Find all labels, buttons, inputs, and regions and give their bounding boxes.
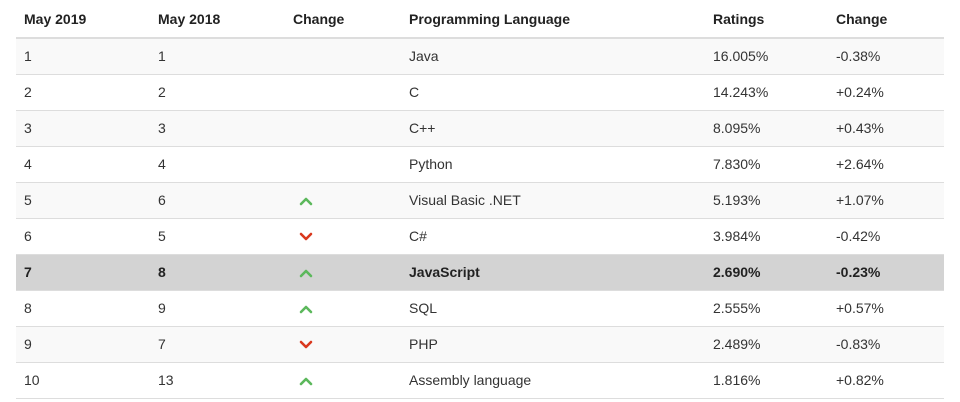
rank-2019-cell: 3 [16, 109, 150, 146]
rating-cell: 7.830% [705, 145, 828, 182]
rank-2019-cell: 4 [16, 145, 150, 182]
language-cell: Visual Basic .NET [401, 181, 705, 218]
rank-2018-cell: 7 [150, 325, 285, 362]
language-cell: Java [401, 37, 705, 74]
rank-2019-cell: 8 [16, 289, 150, 326]
language-cell: PHP [401, 325, 705, 362]
chevron-up-icon [299, 304, 313, 314]
chevron-up-icon [299, 268, 313, 278]
trend-cell [285, 289, 401, 326]
rank-2018-cell: 6 [150, 181, 285, 218]
header-rank-change[interactable]: Change [285, 0, 401, 39]
rating-cell: 2.690% [705, 253, 828, 290]
header-language[interactable]: Programming Language [401, 0, 705, 39]
trend-cell [285, 181, 401, 218]
language-ranking-table: May 2019 May 2018 Change Programming Lan… [16, 0, 944, 399]
trend-cell [285, 217, 401, 254]
rank-2019-cell: 7 [16, 253, 150, 290]
ranking-table-container: May 2019 May 2018 Change Programming Lan… [16, 0, 944, 399]
header-rank-2019[interactable]: May 2019 [16, 0, 150, 39]
rank-2018-cell: 1 [150, 37, 285, 74]
language-cell: Python [401, 145, 705, 182]
rank-2018-cell: 2 [150, 73, 285, 110]
rank-2019-cell: 6 [16, 217, 150, 254]
trend-cell [285, 253, 401, 290]
trend-cell [285, 145, 401, 182]
rating-change-cell: -0.38% [828, 37, 944, 74]
language-cell: SQL [401, 289, 705, 326]
rating-change-cell: -0.42% [828, 217, 944, 254]
rating-cell: 5.193% [705, 181, 828, 218]
chevron-up-icon [299, 196, 313, 206]
table-body: 1 1 Java 16.005% -0.38% 2 2 C 14.243% +0.24% 3 3 C++… [16, 37, 944, 399]
table-row: 9 7 PHP 2.489% -0.83% [16, 325, 944, 362]
rating-change-cell: +1.07% [828, 181, 944, 218]
language-cell: C [401, 73, 705, 110]
rating-cell: 2.555% [705, 289, 828, 326]
chevron-up-icon [299, 376, 313, 386]
rating-change-cell: -0.83% [828, 325, 944, 362]
trend-cell [285, 109, 401, 146]
chevron-down-icon [299, 232, 313, 242]
rank-2019-cell: 9 [16, 325, 150, 362]
language-cell: Assembly language [401, 361, 705, 399]
rank-2019-cell: 1 [16, 37, 150, 74]
rank-2018-cell: 3 [150, 109, 285, 146]
rating-change-cell: +2.64% [828, 145, 944, 182]
trend-cell [285, 73, 401, 110]
table-header: May 2019 May 2018 Change Programming Lan… [16, 0, 944, 39]
header-rating-change[interactable]: Change [828, 0, 944, 39]
trend-cell [285, 37, 401, 74]
language-cell: C# [401, 217, 705, 254]
table-row: 7 8 JavaScript 2.690% -0.23% [16, 253, 944, 290]
rating-change-cell: -0.23% [828, 253, 944, 290]
rating-change-cell: +0.57% [828, 289, 944, 326]
rank-2019-cell: 5 [16, 181, 150, 218]
rating-cell: 3.984% [705, 217, 828, 254]
table-row: 5 6 Visual Basic .NET 5.193% +1.07% [16, 181, 944, 218]
rank-2018-cell: 13 [150, 361, 285, 399]
table-row: 3 3 C++ 8.095% +0.43% [16, 109, 944, 146]
table-row: 8 9 SQL 2.555% +0.57% [16, 289, 944, 326]
rank-2018-cell: 9 [150, 289, 285, 326]
rating-cell: 2.489% [705, 325, 828, 362]
rank-2018-cell: 8 [150, 253, 285, 290]
table-row: 1 1 Java 16.005% -0.38% [16, 37, 944, 74]
header-ratings[interactable]: Ratings [705, 0, 828, 39]
table-row: 6 5 C# 3.984% -0.42% [16, 217, 944, 254]
table-row: 4 4 Python 7.830% +2.64% [16, 145, 944, 182]
rating-cell: 14.243% [705, 73, 828, 110]
table-row: 2 2 C 14.243% +0.24% [16, 73, 944, 110]
rank-2018-cell: 5 [150, 217, 285, 254]
rating-cell: 16.005% [705, 37, 828, 74]
rating-change-cell: +0.24% [828, 73, 944, 110]
header-row: May 2019 May 2018 Change Programming Lan… [16, 0, 944, 39]
trend-cell [285, 361, 401, 399]
trend-cell [285, 325, 401, 362]
language-cell: C++ [401, 109, 705, 146]
rank-2018-cell: 4 [150, 145, 285, 182]
rating-cell: 1.816% [705, 361, 828, 399]
chevron-down-icon [299, 340, 313, 350]
header-rank-2018[interactable]: May 2018 [150, 0, 285, 39]
table-row: 10 13 Assembly language 1.816% +0.82% [16, 361, 944, 399]
rating-cell: 8.095% [705, 109, 828, 146]
language-cell: JavaScript [401, 253, 705, 290]
rating-change-cell: +0.82% [828, 361, 944, 399]
rank-2019-cell: 10 [16, 361, 150, 399]
rank-2019-cell: 2 [16, 73, 150, 110]
rating-change-cell: +0.43% [828, 109, 944, 146]
